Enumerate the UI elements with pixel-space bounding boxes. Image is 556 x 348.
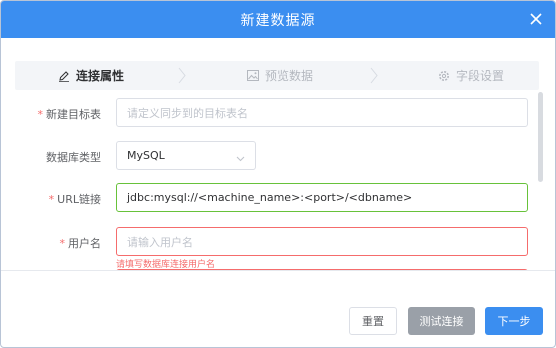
steps-bar: 连接属性 预览数据 字段设置 [15,61,539,90]
required-mark: * [59,237,66,250]
username-placeholder: 请输入用户名 [127,235,193,249]
step-label: 字段设置 [456,69,505,83]
target-table-label-text: 新建目标表 [46,108,101,121]
chevron-right-icon [178,67,186,84]
username-input[interactable]: 请输入用户名 [116,227,528,256]
step-preview[interactable]: 预览数据 [247,61,313,90]
dialog-header: 新建数据源 [1,1,555,38]
test-connection-button[interactable]: 测试连接 [408,307,475,335]
required-mark: * [48,193,55,206]
target-table-input[interactable]: 请定义同步到的目标表名 [116,98,528,127]
connection-form: * 新建目标表 请定义同步到的目标表名 数据库类型 MySQL * URL链接 jd… [1,90,555,270]
step-connection[interactable]: 连接属性 [58,61,124,90]
form-scrollbar[interactable] [538,92,543,182]
step-label: 预览数据 [265,69,314,83]
url-label-text: URL链接 [57,193,101,206]
step-fields[interactable]: 字段设置 [438,61,504,90]
chevron-down-icon [236,152,245,165]
required-mark: * [37,108,44,121]
next-button[interactable]: 下一步 [485,307,543,335]
chevron-right-icon [370,67,378,84]
username-label: * 用户名 [60,235,102,251]
edit-icon [58,70,70,82]
step-label: 连接属性 [76,69,125,83]
footer-divider [1,270,555,271]
reset-button[interactable]: 重置 [349,307,397,335]
new-datasource-dialog: 新建数据源 连接属性 预览数据 字段设置 * 新建目标表 请定义同步到的目标表名… [0,0,556,348]
image-icon [247,70,259,81]
url-input[interactable]: jdbc:mysql://<machine_name>:<port>/<dbna… [116,183,528,212]
dialog-title: 新建数据源 [240,13,316,29]
db-type-value: MySQL [127,149,165,162]
target-table-label: * 新建目标表 [38,106,102,122]
url-value: jdbc:mysql://<machine_name>:<port>/<dbna… [127,191,413,204]
close-icon[interactable] [529,11,543,25]
url-label: * URL链接 [49,191,101,207]
target-table-placeholder: 请定义同步到的目标表名 [127,106,248,120]
db-type-select[interactable]: MySQL [116,141,256,170]
username-label-text: 用户名 [68,237,101,250]
gear-icon [438,70,450,82]
db-type-label: 数据库类型 [46,151,101,164]
